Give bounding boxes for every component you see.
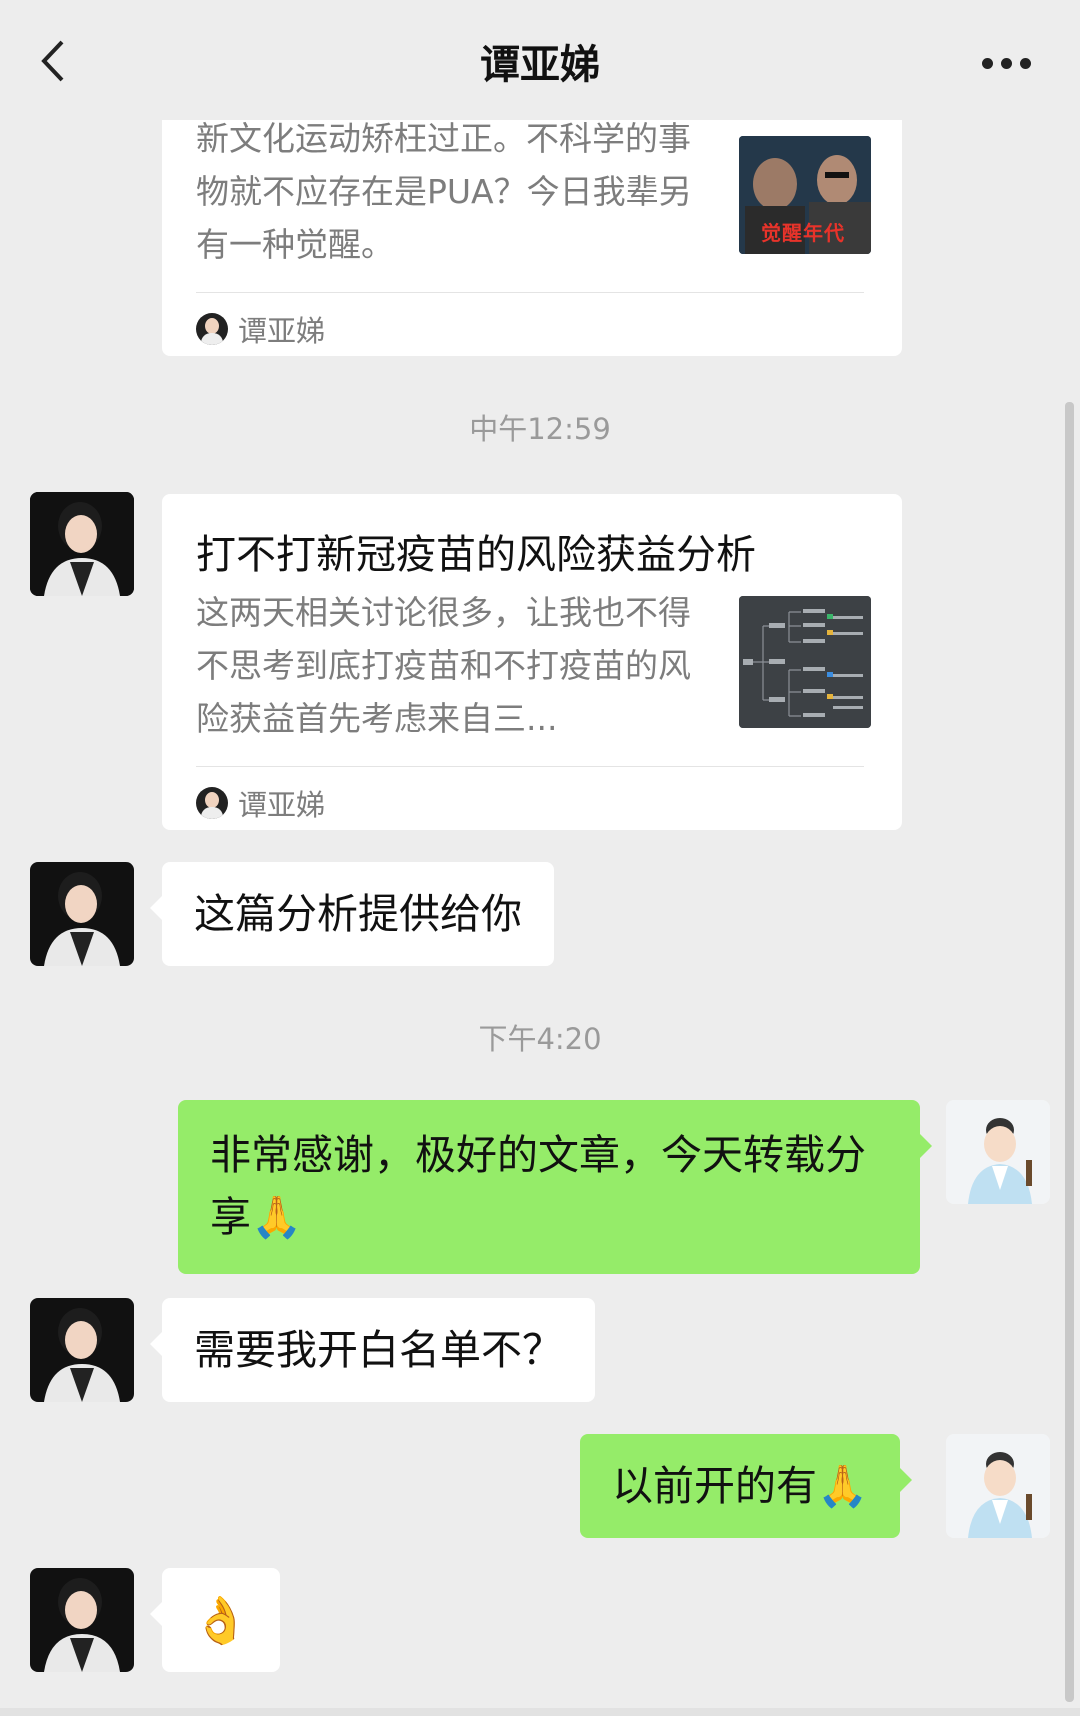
article-description: 新文化运动矫枉过正。不科学的事物就不应存在是PUA？今日我辈另有一种觉醒。: [196, 119, 692, 264]
timestamp: 下午4:20: [478, 1022, 602, 1056]
emoji-ok-hand-icon: 👌: [192, 1593, 250, 1647]
message-text: 非常感谢，极好的文章，今天转载分享🙏: [210, 1131, 866, 1241]
message-bubble-incoming[interactable]: 这篇分析提供给你: [150, 862, 554, 966]
article-source: 谭亚娣: [196, 782, 325, 824]
avatar-self[interactable]: [946, 1434, 1050, 1538]
more-horizontal-icon[interactable]: [982, 58, 1032, 70]
avatar-contact[interactable]: [30, 492, 134, 596]
source-avatar: [196, 313, 228, 345]
source-avatar: [196, 787, 228, 819]
message-text: 以前开的有🙏: [612, 1462, 869, 1510]
article-thumbnail: 觉醒年代: [739, 136, 871, 254]
scrollbar[interactable]: [1065, 402, 1074, 1702]
article-thumbnail: [739, 596, 871, 728]
message-bubble-incoming[interactable]: 👌: [150, 1568, 280, 1672]
avatar-contact[interactable]: [30, 862, 134, 966]
thumbnail-text: 觉醒年代: [761, 221, 845, 245]
message-bubble-outgoing[interactable]: 以前开的有🙏: [580, 1434, 913, 1538]
message-bubble-incoming[interactable]: 需要我开白名单不？: [150, 1298, 595, 1402]
source-name: 谭亚娣: [238, 314, 326, 348]
chat-header: 谭亚娣: [0, 0, 1080, 120]
avatar-self[interactable]: [946, 1100, 1050, 1204]
article-source: 谭亚娣: [196, 308, 325, 350]
message-text: 需要我开白名单不？: [194, 1326, 563, 1374]
bottom-edge: [0, 1708, 1080, 1716]
card-divider: [196, 292, 864, 293]
article-description: 这两天相关讨论很多，让我也不得不思考到底打疫苗和不打疫苗的风险获益首先考虑来自三…: [196, 593, 691, 738]
message-text: 这篇分析提供给你: [194, 890, 522, 938]
article-card[interactable]: 新文化运动矫枉过正。不科学的事物就不应存在是PUA？今日我辈另有一种觉醒。 觉醒…: [162, 80, 902, 356]
timestamp: 中午12:59: [469, 412, 611, 446]
card-divider: [196, 766, 864, 767]
avatar-contact[interactable]: [30, 1568, 134, 1672]
article-title: 打不打新冠疫苗的风险获益分析: [196, 532, 756, 578]
message-bubble-outgoing[interactable]: 非常感谢，极好的文章，今天转载分享🙏: [178, 1100, 932, 1274]
source-name: 谭亚娣: [238, 788, 326, 822]
chat-title: 谭亚娣: [480, 42, 600, 88]
article-card[interactable]: 打不打新冠疫苗的风险获益分析 这两天相关讨论很多，让我也不得不思考到底打疫苗和不…: [162, 494, 902, 830]
avatar-contact[interactable]: [30, 1298, 134, 1402]
